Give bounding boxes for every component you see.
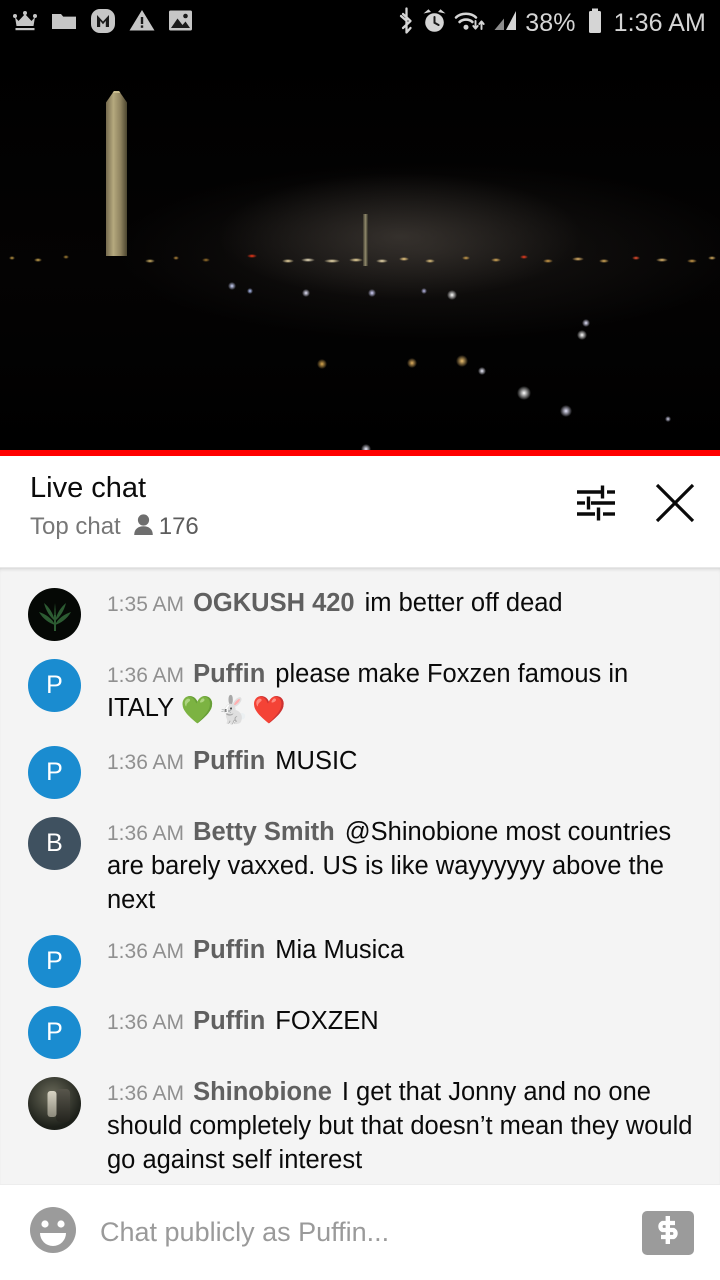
chat-message-row[interactable]: P 1:36 AM Puffin FOXZEN: [0, 996, 720, 1067]
status-bar: 38% 1:36 AM: [0, 0, 720, 46]
chat-mode-label[interactable]: Top chat: [30, 513, 121, 541]
message-text: MUSIC: [275, 747, 358, 776]
avatar[interactable]: [28, 1077, 81, 1131]
chat-message-content: 1:36 AM Puffin FOXZEN: [81, 1004, 698, 1039]
chat-message-row[interactable]: B 1:36 AM Betty Smith @Shinobione most cou…: [0, 807, 720, 925]
close-chat-button[interactable]: [652, 480, 698, 531]
message-timestamp: 1:35 AM: [107, 593, 185, 616]
washington-monument: [106, 91, 127, 256]
image-icon: [168, 9, 193, 37]
message-author[interactable]: Shinobione: [193, 1078, 332, 1106]
chat-input-bar: [0, 1184, 720, 1280]
foreground-lights: [0, 271, 720, 456]
chat-message-content: 1:36 AM Shinobione I get that Jonny and no…: [81, 1075, 698, 1177]
message-author[interactable]: Puffin: [193, 936, 265, 964]
alarm-clock-icon: [422, 8, 447, 39]
avatar-initial: P: [46, 671, 63, 699]
crown-icon: [12, 10, 38, 37]
avatar[interactable]: P: [28, 659, 81, 712]
chat-input[interactable]: [100, 1217, 620, 1248]
bluetooth-icon: [398, 7, 415, 39]
person-icon: [133, 513, 154, 541]
message-timestamp: 1:36 AM: [107, 1011, 185, 1035]
youtube-live-chat-screen: 38% 1:36 AM Live chat Top chat 176 1:35 …: [0, 0, 720, 1280]
status-bar-notifications: [12, 8, 193, 39]
message-author[interactable]: OGKUSH 420: [193, 589, 355, 617]
super-chat-button[interactable]: [642, 1210, 694, 1255]
message-timestamp: 1:36 AM: [107, 940, 185, 964]
chat-message-list[interactable]: 1:35 AM OGKUSH 420 im better off dead P 1:…: [0, 568, 720, 1184]
avatar[interactable]: P: [28, 1006, 81, 1060]
live-chat-header: Live chat Top chat 176: [0, 456, 720, 568]
chat-message-row[interactable]: P 1:36 AM Puffin please make Foxzen famous…: [0, 649, 720, 736]
message-timestamp: 1:36 AM: [107, 751, 185, 775]
chat-message-content: 1:36 AM Puffin MUSIC: [81, 744, 698, 779]
message-timestamp: 1:36 AM: [107, 1082, 185, 1106]
folder-icon: [51, 10, 77, 37]
cannabis-leaf-icon: [38, 602, 71, 631]
message-text: @Shinobione most countries are barely va…: [107, 818, 672, 914]
video-progress-played: [0, 450, 720, 456]
chat-message-row[interactable]: 1:35 AM OGKUSH 420 im better off dead: [0, 578, 720, 649]
chat-message-content: 1:35 AM OGKUSH 420 im better off dead: [81, 586, 698, 621]
avatar[interactable]: [28, 588, 81, 641]
m-app-icon: [90, 8, 116, 39]
message-text: im better off dead: [364, 589, 563, 617]
avatar-initial: P: [46, 1018, 63, 1047]
chat-settings-button[interactable]: [573, 482, 618, 529]
message-text: FOXZEN: [275, 1007, 379, 1036]
message-emojis: 💚🐇❤️: [180, 694, 288, 725]
chat-message-row[interactable]: P 1:36 AM Puffin MUSIC: [0, 736, 720, 807]
message-text: Mia Musica: [275, 936, 405, 965]
message-author[interactable]: Puffin: [193, 747, 265, 775]
chat-message-content: 1:36 AM Betty Smith @Shinobione most count…: [81, 815, 698, 917]
message-author[interactable]: Puffin: [193, 1007, 265, 1035]
chat-message-row[interactable]: 1:36 AM Shinobione I get that Jonny and no…: [0, 1067, 720, 1184]
message-author[interactable]: Betty Smith: [193, 818, 335, 846]
battery-icon: [587, 8, 603, 39]
avatar-photo-shape-back: [55, 1088, 70, 1122]
message-author[interactable]: Puffin: [193, 660, 265, 688]
chat-subheader: Top chat 176: [30, 513, 199, 541]
close-x-icon: [652, 480, 698, 531]
wifi-icon: [454, 8, 486, 39]
viewer-count-group: 176: [133, 513, 199, 541]
viewer-count-label: 176: [158, 513, 199, 541]
message-timestamp: 1:36 AM: [107, 822, 185, 846]
chat-message-content: 1:36 AM Puffin please make Foxzen famous i…: [81, 657, 698, 728]
tune-sliders-icon: [573, 482, 618, 529]
live-chat-header-actions: [573, 470, 698, 531]
avatar[interactable]: B: [28, 817, 81, 871]
avatar[interactable]: P: [28, 935, 81, 989]
message-timestamp: 1:36 AM: [107, 664, 185, 687]
avatar[interactable]: P: [28, 746, 81, 800]
video-progress-bar[interactable]: [0, 450, 720, 456]
avatar-initial: P: [46, 947, 63, 976]
clock-label: 1:36 AM: [613, 8, 706, 37]
avatar-initial: P: [46, 758, 63, 787]
emoji-picker-button[interactable]: [28, 1205, 78, 1260]
video-player[interactable]: [0, 46, 720, 456]
dollar-sign-icon: [653, 1214, 683, 1251]
cell-signal-icon: [493, 9, 518, 38]
avatar-photo-shape-front: [47, 1091, 57, 1118]
page-title: Live chat: [30, 472, 147, 504]
warning-triangle-icon: [129, 9, 155, 37]
chat-message-content: 1:36 AM Puffin Mia Musica: [81, 933, 698, 968]
chat-message-row[interactable]: P 1:36 AM Puffin Mia Musica: [0, 925, 720, 996]
status-bar-system: 38% 1:36 AM: [398, 7, 706, 39]
live-chat-header-text: Live chat Top chat 176: [30, 470, 199, 541]
emoji-smiley-icon: [28, 1207, 78, 1259]
avatar-initial: B: [46, 829, 63, 858]
battery-percent-label: 38%: [525, 8, 576, 37]
